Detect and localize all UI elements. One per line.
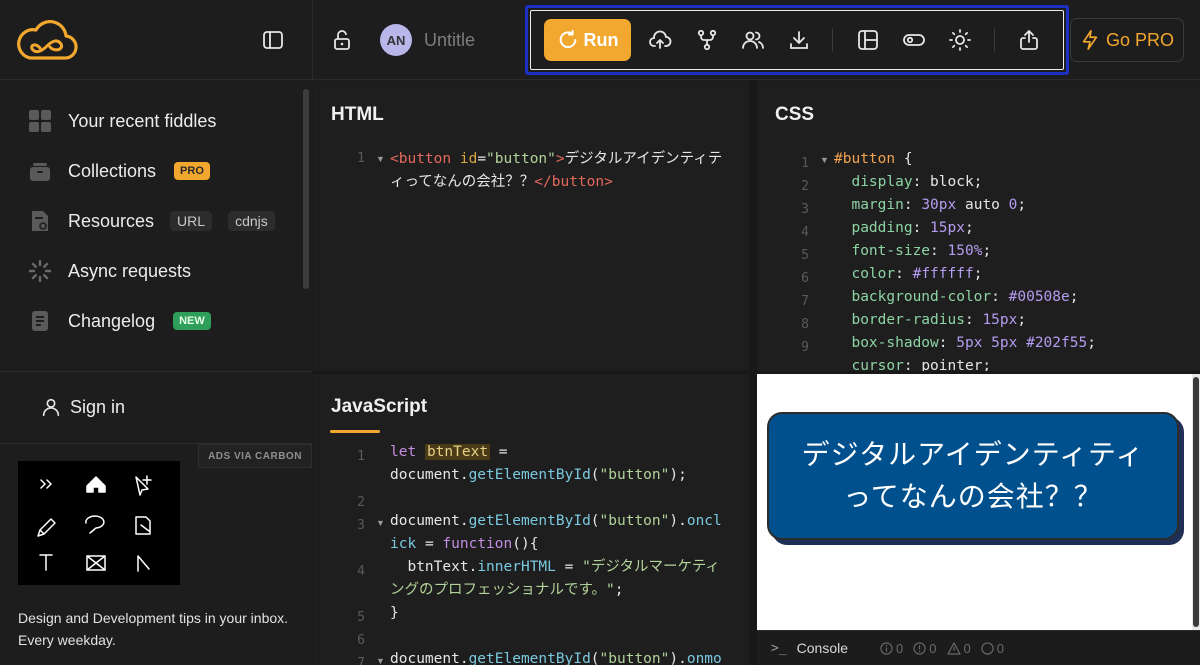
sidebar-item-collections[interactable]: Collections PRO (28, 159, 210, 183)
collaborate-icon[interactable] (741, 28, 765, 52)
js-panel: JavaScript 1234567 ▼ ▼ let btnText = doc… (313, 374, 749, 665)
user-icon (42, 398, 60, 417)
line-numbers: 123456789 (801, 156, 809, 355)
fork-icon[interactable] (695, 28, 719, 52)
refresh-icon (559, 29, 576, 49)
layout-icon[interactable] (856, 28, 880, 52)
sidebar-item-label: Your recent fiddles (68, 110, 217, 131)
grid-icon (29, 110, 51, 132)
console-warning-count: 0 (946, 641, 971, 656)
terminal-icon: >_ (771, 640, 787, 656)
top-divider (312, 0, 313, 80)
fold-arrow-icon[interactable]: ▼ (820, 155, 829, 165)
download-icon[interactable] (787, 28, 811, 52)
document-icon (32, 311, 48, 331)
upload-icon[interactable] (648, 28, 672, 52)
lock-icon[interactable] (330, 28, 354, 52)
new-badge: NEW (173, 312, 211, 330)
lightning-icon (1082, 30, 1098, 50)
url-chip[interactable]: URL (170, 211, 213, 231)
box-icon (30, 163, 50, 181)
js-tab-underline (330, 430, 380, 433)
css-code[interactable]: #button { display: block; margin: 30px a… (834, 148, 1194, 371)
theme-sun-icon[interactable] (948, 28, 972, 52)
console-bar[interactable]: >_ Console 0 0 0 0 (757, 630, 1200, 665)
preview-button-line1: デジタルアイデンティティ (801, 439, 1145, 470)
sidebar-item-label: Collections (68, 160, 157, 181)
pro-badge: PRO (174, 162, 210, 180)
fold-arrow-icon[interactable]: ▼ (376, 154, 385, 164)
line-numbers: 1234567 (357, 449, 365, 665)
sidebar-item-label: Async requests (68, 260, 192, 281)
sidebar-item-changelog[interactable]: Changelog NEW (28, 309, 211, 333)
sign-in-button[interactable]: Sign in (40, 396, 125, 418)
file-link-icon (32, 211, 48, 231)
share-icon[interactable] (1017, 28, 1041, 52)
app-window: AN Untitle Run Go PRO Your recent fiddle… (0, 0, 1200, 665)
sidebar-item-recent-fiddles[interactable]: Your recent fiddles (28, 109, 216, 133)
sidebar-scrollbar[interactable] (303, 89, 309, 289)
toolbar-separator (994, 28, 995, 52)
sidebar-item-resources[interactable]: Resources URL cdnjs (28, 209, 275, 233)
run-label: Run (583, 29, 619, 50)
console-debug-count: 0 (981, 641, 1004, 656)
sidebar-divider (0, 371, 312, 372)
sidebar: Your recent fiddles Collections PRO Reso… (0, 81, 312, 665)
cloud-logo-icon[interactable] (16, 20, 78, 62)
ad-text[interactable]: Design and Development tips in your inbo… (18, 607, 298, 651)
toggle-icon[interactable] (902, 28, 926, 52)
avatar[interactable]: AN (380, 24, 412, 56)
fiddle-title[interactable]: Untitle (424, 30, 475, 51)
html-panel-title: HTML (331, 104, 384, 125)
sidebar-item-label: Changelog (68, 310, 156, 331)
fold-arrow-icon[interactable]: ▼ (376, 656, 385, 665)
run-button[interactable]: Run (544, 19, 631, 61)
preview-button-line2: ってなんの会社？？ (843, 481, 1103, 512)
console-label: Console (796, 640, 849, 656)
top-bar: AN Untitle Run Go PRO (0, 0, 1200, 80)
sign-in-label: Sign in (70, 396, 126, 417)
spinner-icon (28, 259, 52, 283)
info-icon (880, 641, 893, 655)
preview-button[interactable]: デジタルアイデンティティ ってなんの会社？？ (767, 412, 1179, 540)
preview-scrollbar[interactable] (1193, 377, 1199, 627)
html-code[interactable]: <button id="button">デジタルアイデンティテ ィってなんの会社… (390, 148, 745, 194)
sidebar-item-async-requests[interactable]: Async requests (28, 259, 191, 283)
ad-image[interactable] (18, 461, 180, 585)
error-icon (913, 641, 926, 655)
css-panel-title: CSS (775, 104, 815, 125)
console-log-count: 0 (880, 641, 903, 656)
css-panel: CSS 123456789 ▼ #button { display: block… (757, 81, 1200, 371)
warning-icon (946, 641, 961, 655)
console-error-count: 0 (913, 641, 937, 656)
go-pro-label: Go PRO (1105, 29, 1175, 50)
result-preview: デジタルアイデンティティ ってなんの会社？？ (757, 374, 1192, 630)
html-panel: HTML 1 ▼ <button id="button">デジタルアイデンティテ… (313, 81, 749, 371)
fold-arrow-icon[interactable]: ▼ (376, 518, 385, 528)
sidebar-toggle-icon[interactable] (261, 28, 285, 52)
sidebar-item-label: Resources (68, 210, 155, 231)
toolbar-separator (832, 28, 833, 52)
js-code[interactable]: let btnText = document.getElementById("b… (390, 441, 748, 665)
js-panel-title: JavaScript (331, 396, 428, 417)
go-pro-button[interactable]: Go PRO (1070, 18, 1184, 62)
line-number: 1 (357, 151, 365, 166)
debug-icon (981, 641, 994, 655)
ads-via-carbon[interactable]: ADS VIA CARBON (198, 444, 312, 468)
cdnjs-chip[interactable]: cdnjs (228, 211, 275, 231)
